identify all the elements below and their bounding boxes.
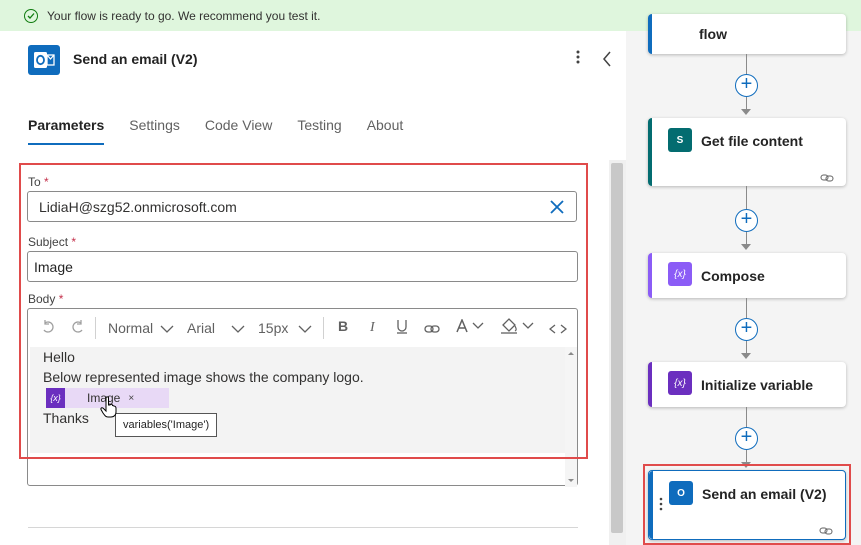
link-icon: [820, 171, 834, 182]
divider: [28, 527, 578, 528]
flow-card-initialize-variable[interactable]: {x} Initialize variable: [648, 362, 846, 407]
card-accent: [648, 118, 652, 186]
connector-line: [746, 450, 747, 462]
card-accent: [648, 14, 652, 54]
flow-card-get-file-content[interactable]: S Get file content: [648, 118, 846, 186]
card-title: flow: [699, 26, 727, 42]
add-step-icon[interactable]: +: [735, 74, 758, 97]
tab-about[interactable]: About: [367, 117, 404, 145]
card-title: Compose: [701, 268, 765, 284]
card-title: Get file content: [701, 133, 803, 149]
arrow-down-icon: [741, 353, 751, 359]
panel-title: Send an email (V2): [73, 51, 198, 67]
tab-settings[interactable]: Settings: [129, 117, 180, 145]
tab-testing[interactable]: Testing: [297, 117, 341, 145]
tab-parameters[interactable]: Parameters: [28, 117, 105, 145]
flow-card-trigger[interactable]: flow: [648, 14, 846, 54]
parameters-highlight-box: [19, 163, 588, 459]
compose-icon: {x}: [668, 262, 692, 286]
banner-text: Your flow is ready to go. We recommend y…: [47, 8, 321, 23]
more-options-icon[interactable]: [570, 50, 586, 69]
panel-tabs: Parameters Settings Code View Testing Ab…: [28, 117, 428, 145]
add-step-icon[interactable]: +: [735, 318, 758, 341]
sharepoint-icon: S: [668, 128, 692, 152]
panel-scrollbar-thumb[interactable]: [611, 163, 623, 533]
connector-line: [746, 298, 747, 318]
variable-icon: {x}: [668, 371, 692, 395]
checkmark-icon: [24, 8, 38, 23]
flow-card-compose[interactable]: {x} Compose: [648, 253, 846, 298]
add-step-icon[interactable]: +: [735, 209, 758, 232]
card-title: Initialize variable: [701, 377, 814, 393]
collapse-panel-icon[interactable]: [601, 50, 615, 70]
connector-line: [746, 407, 747, 427]
selected-card-highlight-box: [643, 464, 851, 545]
connector-line: [746, 186, 747, 209]
tab-code-view[interactable]: Code View: [205, 117, 272, 145]
outlook-icon: [28, 45, 60, 75]
arrow-down-icon: [741, 244, 751, 250]
card-accent: [648, 253, 652, 298]
connector-line: [746, 341, 747, 353]
arrow-down-icon: [741, 109, 751, 115]
connector-line: [746, 232, 747, 244]
connector-line: [746, 97, 747, 109]
add-step-icon[interactable]: +: [735, 427, 758, 450]
card-accent: [648, 362, 652, 407]
